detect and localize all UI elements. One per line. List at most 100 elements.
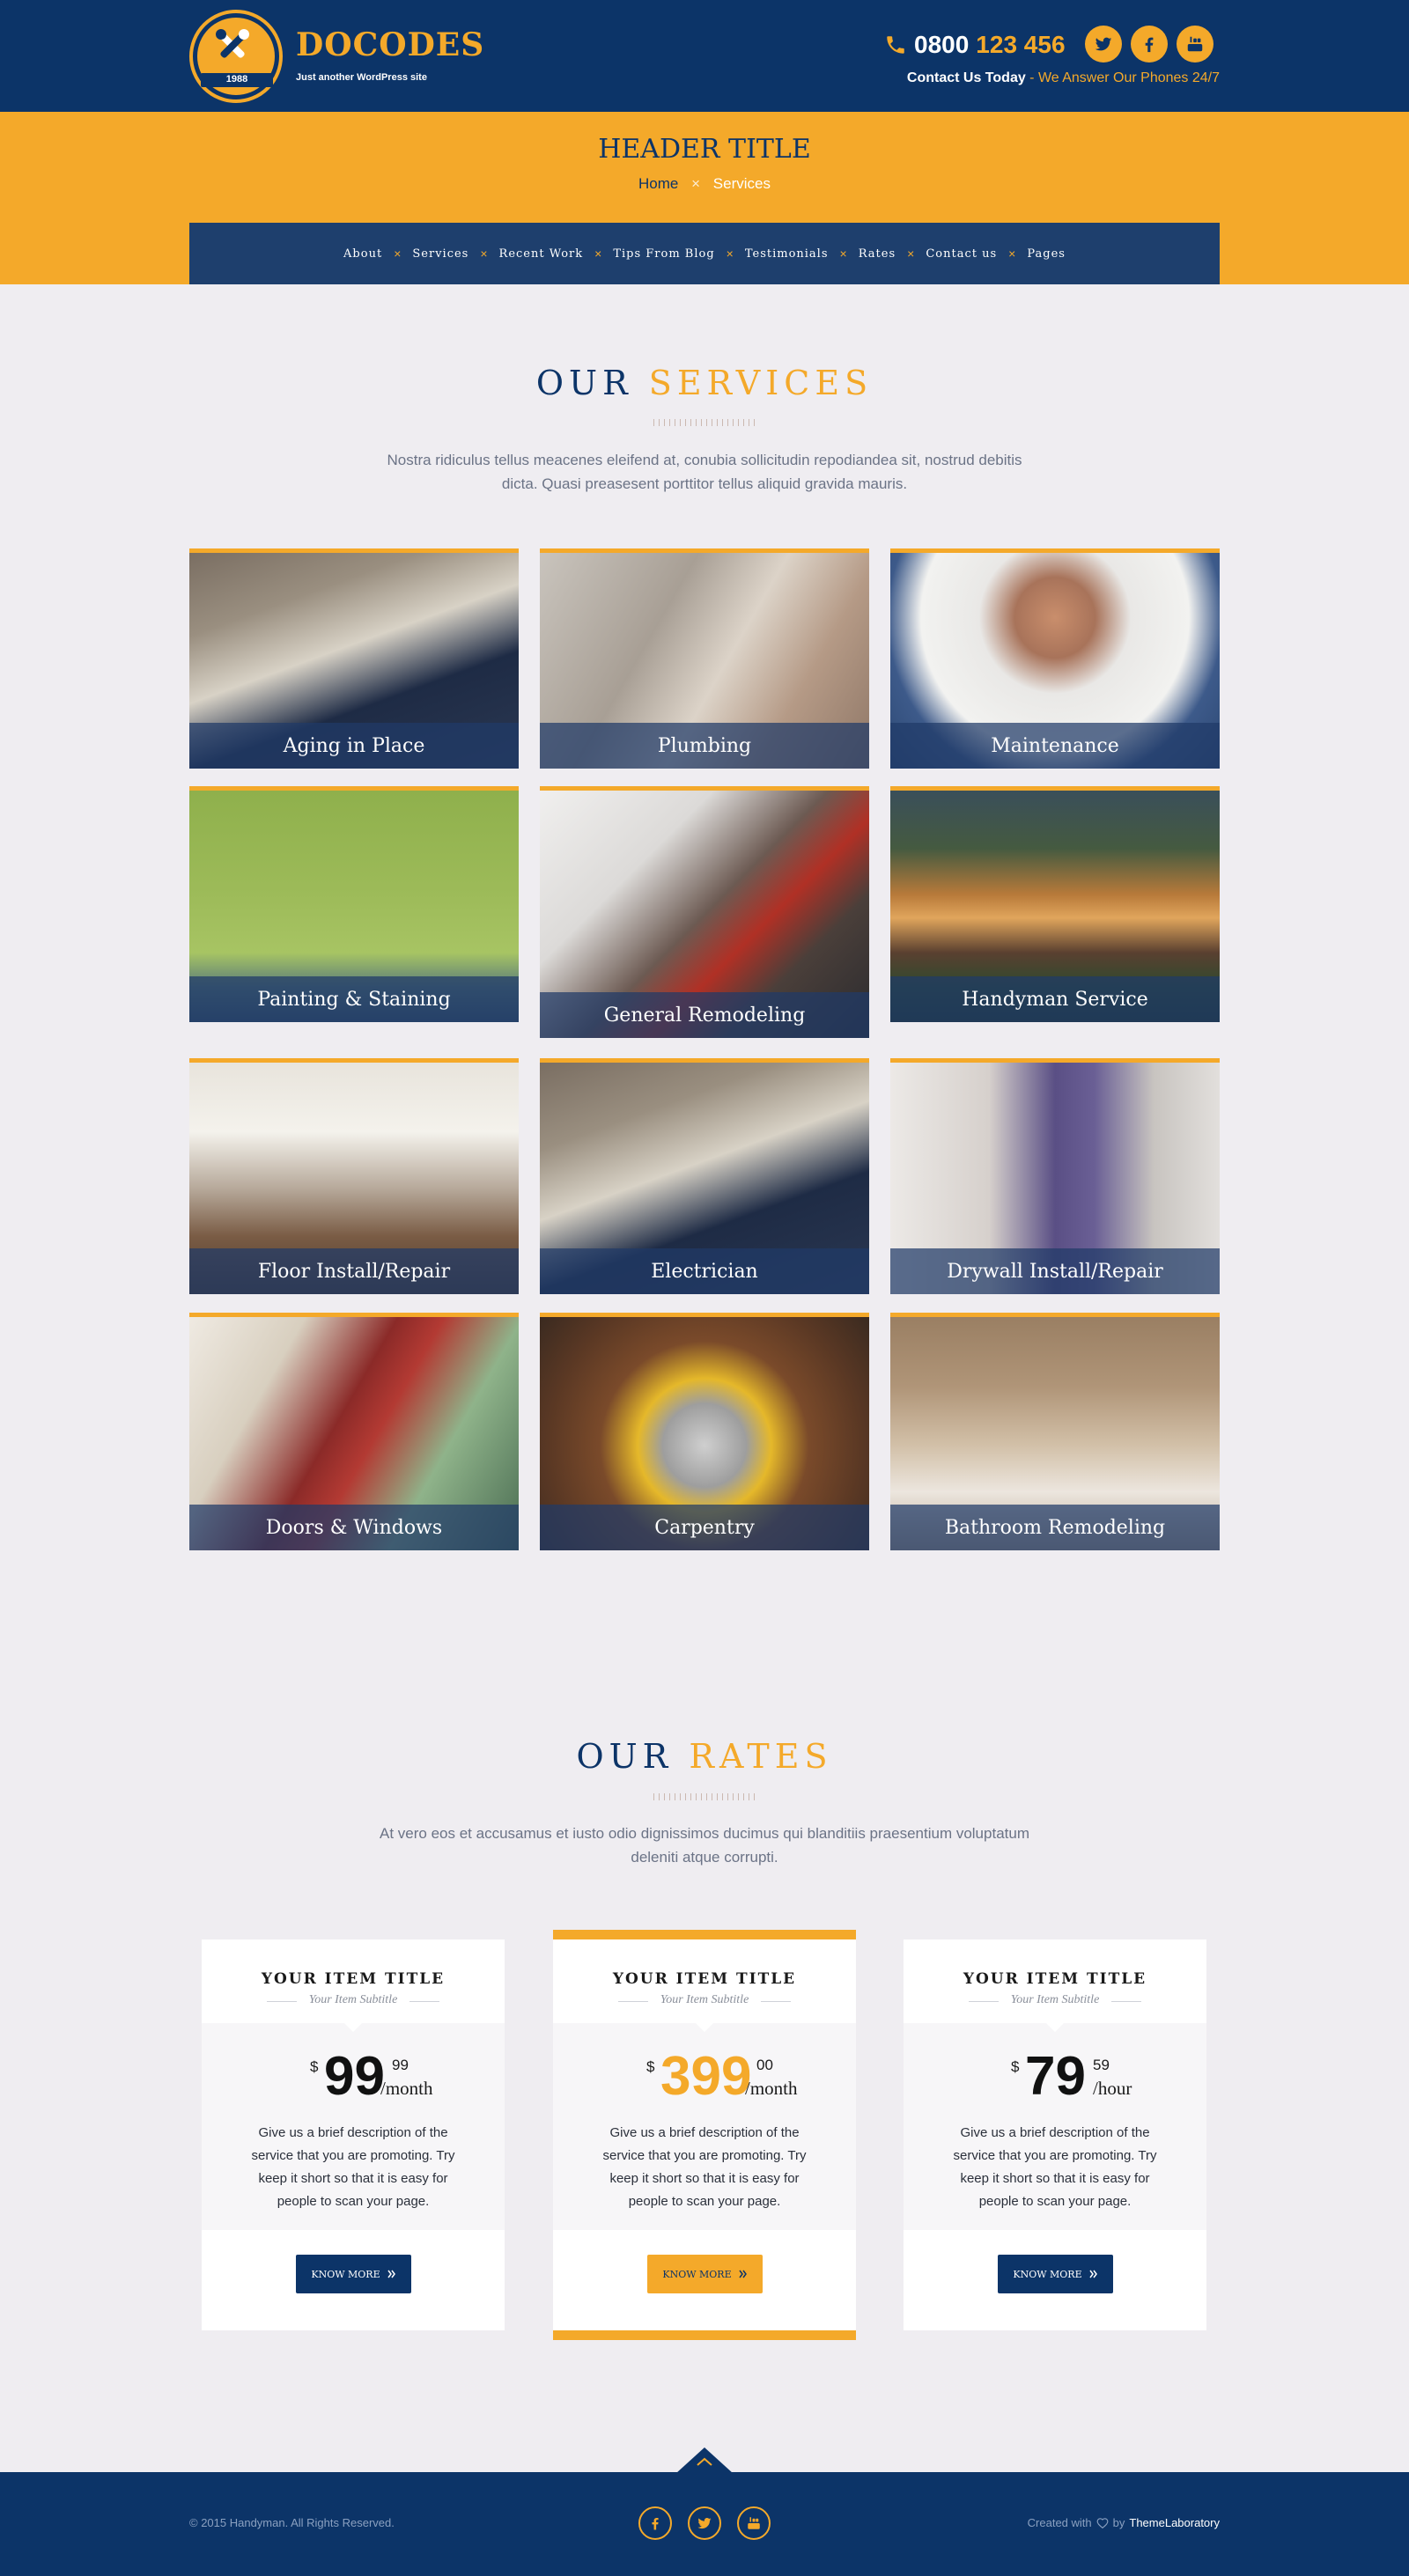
rates-intro: At vero eos et accusamus et iusto odio d… [380, 1825, 1029, 1866]
phone-number[interactable]: 0800 123 456 [884, 26, 1066, 63]
breadcrumb-home[interactable]: Home [638, 175, 678, 192]
featured-top-bar [553, 1930, 856, 1939]
service-tile-electrician[interactable]: Electrician [540, 1058, 869, 1294]
facebook-icon [652, 2518, 659, 2530]
service-tile-painting-staining[interactable]: Painting & Staining [189, 786, 519, 1022]
price-amount: 399 [660, 2046, 752, 2107]
credits-link[interactable]: ThemeLaboratory [1129, 2516, 1220, 2529]
twitter-link[interactable] [1085, 26, 1122, 63]
subtitle-divider [761, 2001, 791, 2002]
service-caption: General Remodeling [540, 992, 869, 1038]
know-more-label: KNOW MORE [662, 2268, 732, 2280]
credits: Created with by ThemeLaboratory [1028, 2516, 1220, 2529]
nav-item-recent-work[interactable]: Recent Work [499, 247, 584, 261]
phone-prefix: 0800 [914, 31, 970, 58]
scroll-to-top-button[interactable] [675, 2447, 734, 2474]
price: $ 79 59 /hour [904, 2050, 1206, 2111]
price: $ 99 99 /month [202, 2050, 505, 2111]
header-social-links [1085, 26, 1214, 63]
service-tile-plumbing[interactable]: Plumbing [540, 548, 869, 769]
phone-main: 123 456 [976, 31, 1066, 58]
phone-icon [887, 36, 904, 54]
nav-separator: × [1008, 247, 1016, 261]
service-tile-carpentry[interactable]: Carpentry [540, 1313, 869, 1550]
breadcrumb: Home × Services [0, 175, 1409, 193]
footer-youtube-link[interactable] [737, 2506, 771, 2540]
nav-separator: × [839, 247, 847, 261]
footer-social-links [638, 2506, 771, 2540]
subtitle-divider [409, 2001, 439, 2002]
service-tile-handyman-service[interactable]: Handyman Service [890, 786, 1220, 1022]
pricing-title: YOUR ITEM TITLE [612, 1970, 797, 1988]
double-chevron-right-icon [387, 2270, 395, 2278]
footer-twitter-link[interactable] [688, 2506, 721, 2540]
price-cents: 59 [1093, 2057, 1110, 2073]
pricing-title: YOUR ITEM TITLE [963, 1970, 1147, 1988]
heading-divider [653, 1793, 756, 1800]
nav-item-services[interactable]: Services [412, 247, 468, 261]
pricing-subtitle: Your Item Subtitle [1010, 1993, 1100, 2006]
service-tile-floor-install-repair[interactable]: Floor Install/Repair [189, 1058, 519, 1294]
featured-bottom-bar [553, 2330, 856, 2340]
nav-item-rates[interactable]: Rates [859, 247, 896, 261]
service-tile-general-remodeling[interactable]: General Remodeling [540, 786, 869, 1038]
twitter-icon [697, 2518, 712, 2529]
price-period: /month [745, 2078, 798, 2099]
rates-heading-part1: OUR [576, 1737, 674, 1776]
nav-item-tips-from-blog[interactable]: Tips From Blog [613, 247, 714, 261]
pricing-card-hourly: YOUR ITEM TITLE Your Item Subtitle $ 79 … [904, 1939, 1206, 2330]
pricing-card-featured: YOUR ITEM TITLE Your Item Subtitle $ 399… [553, 1939, 856, 2330]
price: $ 399 00 /month [553, 2050, 856, 2111]
services-heading-part1: OUR [535, 364, 633, 402]
page-title: HEADER TITLE [598, 134, 811, 165]
pricing-notch [344, 2023, 362, 2032]
service-caption: Doors & Windows [189, 1505, 519, 1550]
know-more-label: KNOW MORE [311, 2268, 380, 2280]
pricing-notch [1046, 2023, 1064, 2032]
service-caption: Drywall Install/Repair [890, 1248, 1220, 1294]
service-tile-drywall-install-repair[interactable]: Drywall Install/Repair [890, 1058, 1220, 1294]
logo[interactable] [189, 10, 283, 103]
double-chevron-right-icon [739, 2270, 747, 2278]
logo-year: 1988 [225, 74, 248, 85]
service-tile-maintenance[interactable]: Maintenance [890, 548, 1220, 769]
pricing-description: Give us a brief description of the servi… [953, 2125, 1157, 2209]
know-more-button[interactable]: KNOW MORE [647, 2255, 763, 2293]
services-heading-part2: SERVICES [648, 364, 874, 402]
nav-item-pages[interactable]: Pages [1027, 247, 1066, 261]
breadcrumb-current: Services [712, 175, 771, 192]
price-amount: 79 [1025, 2046, 1086, 2107]
heart-icon [1096, 2518, 1109, 2528]
twitter-icon [1095, 37, 1112, 51]
price-cents: 99 [392, 2057, 409, 2073]
credits-by: by [1112, 2516, 1125, 2529]
contact-rest: - We Answer Our Phones 24/7 [1025, 70, 1220, 85]
price-amount: 99 [324, 2046, 385, 2107]
service-caption: Aging in Place [189, 723, 519, 769]
price-currency: $ [1011, 2058, 1020, 2075]
nav-separator: × [907, 247, 915, 261]
youtube-icon [1187, 36, 1203, 52]
footer-facebook-link[interactable] [638, 2506, 672, 2540]
pricing-subtitle: Your Item Subtitle [660, 1993, 749, 2006]
facebook-icon [1145, 37, 1154, 53]
service-caption: Electrician [540, 1248, 869, 1294]
credits-prefix: Created with [1027, 2516, 1092, 2529]
know-more-label: KNOW MORE [1013, 2268, 1082, 2280]
youtube-link[interactable] [1177, 26, 1214, 63]
rates-heading-part2: RATES [689, 1737, 833, 1776]
nav-item-about[interactable]: About [343, 247, 382, 261]
service-tile-doors-windows[interactable]: Doors & Windows [189, 1313, 519, 1550]
service-tile-bathroom-remodeling[interactable]: Bathroom Remodeling [890, 1313, 1220, 1550]
pricing-title: YOUR ITEM TITLE [261, 1970, 446, 1988]
nav-separator: × [594, 247, 602, 261]
nav-separator: × [480, 247, 488, 261]
know-more-button[interactable]: KNOW MORE [998, 2255, 1113, 2293]
nav-item-testimonials[interactable]: Testimonials [745, 247, 829, 261]
facebook-link[interactable] [1131, 26, 1168, 63]
site-brand[interactable]: DOCODES [296, 26, 484, 63]
service-tile-aging-in-place[interactable]: Aging in Place [189, 548, 519, 769]
nav-item-contact-us[interactable]: Contact us [926, 247, 997, 261]
know-more-button[interactable]: KNOW MORE [296, 2255, 411, 2293]
pricing-description: Give us a brief description of the servi… [602, 2125, 807, 2209]
